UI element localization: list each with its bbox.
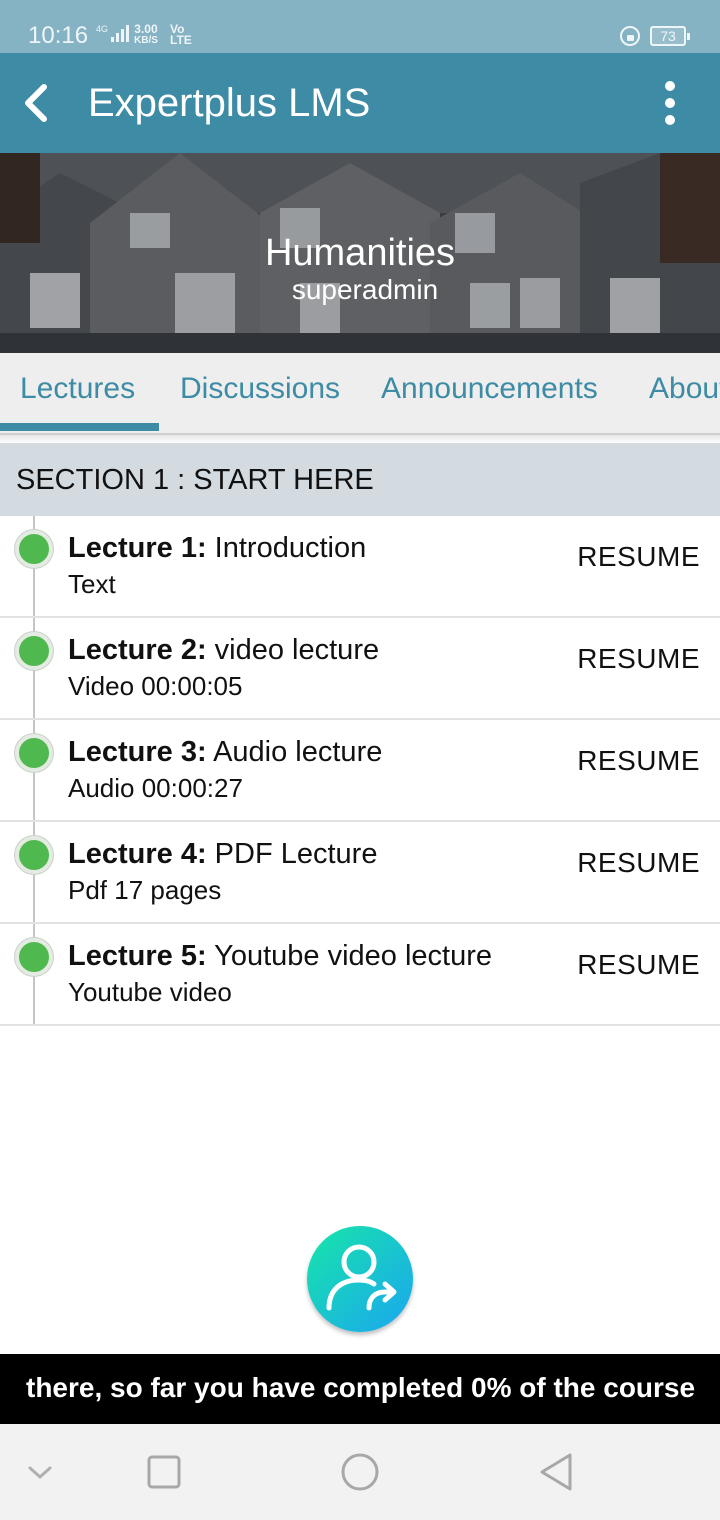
course-author: superadmin (291, 274, 439, 305)
signal-icon: 4G (96, 24, 131, 42)
lecture-number: Lecture 5: (68, 940, 207, 972)
volte-bottom: LTE (170, 33, 192, 47)
lecture-list: Lecture 1: Introduction Text RESUME Lect… (0, 516, 720, 1026)
resume-button[interactable]: RESUME (577, 744, 700, 778)
progress-ticker: there, so far you have completed 0% of t… (0, 1354, 720, 1424)
more-vertical-icon (665, 81, 675, 125)
completion-dot-icon (15, 938, 53, 976)
completion-dot-icon (15, 632, 53, 670)
volte-indicator: Vo LTE (170, 23, 192, 47)
lecture-title: Lecture 4: PDF Lecture (68, 836, 377, 872)
lecture-title: Lecture 1: Introduction (68, 530, 366, 566)
course-title: Humanities (264, 232, 456, 274)
resume-button[interactable]: RESUME (577, 540, 700, 574)
tab-discussions[interactable]: Discussions (180, 371, 340, 407)
course-banner: Humanities superadmin (0, 153, 720, 353)
tab-shadow (0, 435, 720, 443)
rotation-lock-icon (620, 26, 640, 46)
more-options-button[interactable] (650, 79, 690, 127)
lecture-number: Lecture 1: (68, 532, 207, 564)
lecture-detail: Audio 00:00:27 (68, 773, 243, 803)
completion-dot-icon (15, 734, 53, 772)
recent-apps-button[interactable] (142, 1450, 186, 1494)
back-button[interactable] (14, 79, 62, 127)
lecture-row[interactable]: Lecture 3: Audio lecture Audio 00:00:27 … (0, 720, 720, 822)
speed-unit: KB/S (134, 35, 158, 46)
lecture-row[interactable]: Lecture 4: PDF Lecture Pdf 17 pages RESU… (0, 822, 720, 924)
tab-lectures[interactable]: Lectures (20, 371, 135, 407)
section-header: SECTION 1 : START HERE (0, 443, 720, 516)
lecture-title: Lecture 5: Youtube video lecture (68, 938, 492, 974)
lecture-row[interactable]: Lecture 1: Introduction Text RESUME (0, 516, 720, 618)
completion-dot-icon (15, 836, 53, 874)
section-title: SECTION 1 : START HERE (16, 464, 374, 496)
lecture-detail: Video 00:00:05 (68, 671, 243, 701)
app-title: Expertplus LMS (88, 81, 371, 125)
lecture-title: Lecture 2: video lecture (68, 632, 379, 668)
network-label: 4G (96, 24, 109, 34)
lecture-number: Lecture 2: (68, 634, 207, 666)
speed-value: 3.00 (134, 22, 158, 36)
tab-announcements[interactable]: Announcements (381, 371, 598, 407)
tab-bar: Lectures Discussions Announcements About (0, 353, 720, 435)
lecture-row[interactable]: Lecture 5: Youtube video lecture Youtube… (0, 924, 720, 1026)
back-nav-button[interactable] (534, 1450, 578, 1494)
lecture-row[interactable]: Lecture 2: video lecture Video 00:00:05 … (0, 618, 720, 720)
lecture-number: Lecture 4: (68, 838, 207, 870)
ticker-text: there, so far you have completed 0% of t… (26, 1372, 696, 1403)
completion-dot-icon (15, 530, 53, 568)
status-time: 10:16 (28, 22, 89, 49)
resume-button[interactable]: RESUME (577, 948, 700, 982)
lecture-name: Youtube video lecture (214, 940, 493, 972)
home-button[interactable] (338, 1450, 382, 1494)
lecture-detail: Pdf 17 pages (68, 875, 222, 905)
tab-about[interactable]: About (649, 371, 720, 407)
lecture-name: PDF Lecture (214, 838, 378, 870)
lecture-name: Audio lecture (213, 736, 383, 768)
chevron-down-icon[interactable] (18, 1450, 62, 1494)
share-user-icon (326, 1244, 397, 1311)
resume-button[interactable]: RESUME (577, 846, 700, 880)
lecture-detail: Text (68, 569, 116, 599)
tab-indicator (0, 423, 159, 431)
lecture-detail: Youtube video (68, 977, 232, 1007)
battery-icon: 73 (650, 26, 690, 46)
app-bar: Expertplus LMS (0, 53, 720, 153)
lecture-title: Lecture 3: Audio lecture (68, 734, 382, 770)
status-bar: 10:16 4G 3.00 KB/S Vo LTE 73 (0, 0, 720, 53)
chevron-left-icon (25, 84, 47, 122)
lecture-name: Introduction (214, 532, 367, 564)
resume-button[interactable]: RESUME (577, 642, 700, 676)
lecture-number: Lecture 3: (68, 736, 207, 768)
network-speed: 3.00 KB/S (134, 22, 158, 46)
system-nav-bar (0, 1424, 720, 1520)
share-course-button[interactable] (307, 1226, 413, 1332)
lecture-name: video lecture (214, 634, 380, 666)
